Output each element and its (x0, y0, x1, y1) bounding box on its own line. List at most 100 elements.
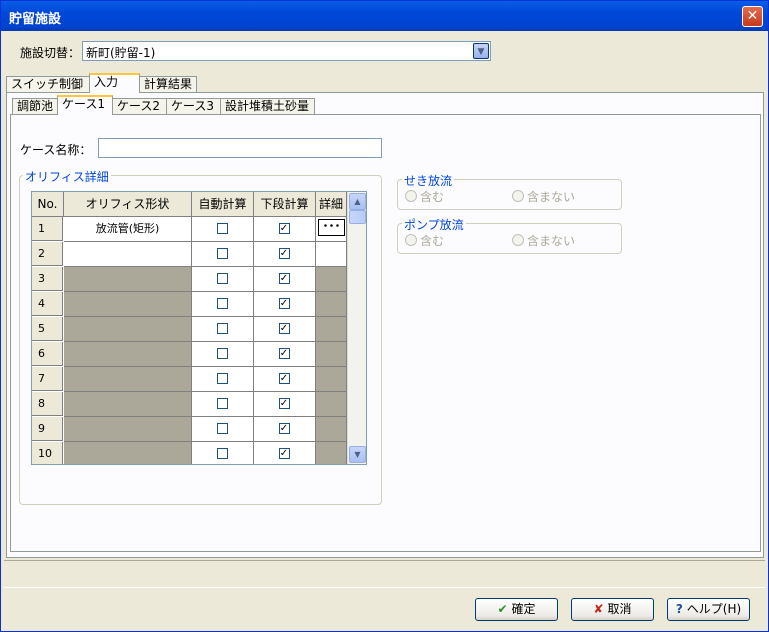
close-button[interactable]: ✕ (742, 6, 763, 27)
case-name-label: ケース名称： (20, 143, 92, 157)
auto-calc-cell[interactable] (192, 292, 254, 317)
auto-calc-cell[interactable] (192, 392, 254, 417)
shape-cell (64, 392, 192, 417)
table-row: 3 ✓ (32, 267, 347, 292)
help-button[interactable]: ? ヘルプ(H) (667, 598, 750, 621)
auto-calc-checkbox[interactable] (216, 373, 228, 384)
row-number: 9 (32, 417, 63, 441)
subtab-case2[interactable]: ケース2 (112, 98, 167, 115)
scroll-up-icon[interactable]: ▲ (349, 193, 366, 210)
auto-calc-checkbox[interactable] (216, 223, 228, 234)
auto-calc-cell[interactable] (192, 217, 254, 242)
pump-group-title: ポンプ放流 (402, 216, 466, 233)
shape-cell[interactable] (64, 242, 192, 267)
grid-scrollbar[interactable]: ▲ ▼ (347, 192, 366, 464)
weir-include-radio[interactable] (405, 190, 417, 202)
auto-calc-checkbox[interactable] (216, 298, 228, 309)
subtab-case1[interactable]: ケース1 (57, 95, 113, 115)
lower-calc-checkbox[interactable]: ✓ (278, 423, 290, 434)
pump-exclude-radio[interactable] (512, 234, 524, 246)
auto-calc-checkbox[interactable] (216, 348, 228, 359)
table-row: 9 ✓ (32, 417, 347, 442)
subtab-sediment[interactable]: 設計堆積土砂量 (220, 98, 315, 115)
detail-button[interactable]: ･･･ (318, 219, 345, 236)
scroll-down-icon[interactable]: ▼ (349, 446, 366, 463)
lower-calc-checkbox[interactable]: ✓ (278, 223, 290, 234)
subtab-pond[interactable]: 調節池 (12, 98, 58, 115)
auto-calc-checkbox[interactable] (216, 273, 228, 284)
auto-calc-cell[interactable] (192, 367, 254, 392)
lower-calc-cell[interactable]: ✓ (254, 442, 316, 464)
tab-switch-control[interactable]: スイッチ制御 (6, 76, 90, 93)
weir-exclude-radio[interactable] (512, 190, 524, 202)
lower-calc-cell[interactable]: ✓ (254, 417, 316, 442)
case-name-input[interactable] (98, 138, 382, 158)
ok-button[interactable]: ✔ 確定 (475, 598, 558, 621)
detail-cell (316, 442, 347, 464)
auto-calc-cell[interactable] (192, 242, 254, 267)
lower-calc-checkbox[interactable]: ✓ (278, 298, 290, 309)
lower-calc-cell[interactable]: ✓ (254, 292, 316, 317)
detail-cell (316, 342, 347, 367)
auto-calc-checkbox[interactable] (216, 248, 228, 259)
scroll-thumb[interactable] (349, 210, 366, 224)
question-icon: ? (675, 602, 683, 616)
lower-calc-checkbox[interactable]: ✓ (278, 448, 290, 459)
shape-cell (64, 317, 192, 342)
auto-calc-checkbox[interactable] (216, 423, 228, 434)
shape-cell (64, 367, 192, 392)
auto-calc-cell[interactable] (192, 317, 254, 342)
lower-calc-cell[interactable]: ✓ (254, 367, 316, 392)
shape-cell[interactable]: 放流管(矩形) (64, 217, 192, 242)
check-icon: ✔ (497, 602, 508, 616)
weir-include-label: 含む (420, 190, 445, 204)
lower-calc-checkbox[interactable]: ✓ (278, 348, 290, 359)
lower-calc-cell[interactable]: ✓ (254, 392, 316, 417)
status-strip (4, 560, 765, 588)
detail-cell[interactable] (316, 242, 347, 267)
shape-cell (64, 442, 192, 464)
lower-calc-cell[interactable]: ✓ (254, 217, 316, 242)
auto-calc-checkbox[interactable] (216, 448, 228, 459)
pump-include-radio[interactable] (405, 234, 417, 246)
row-number: 8 (32, 392, 63, 416)
lower-calc-checkbox[interactable]: ✓ (278, 273, 290, 284)
table-row: 2 ✓ (32, 242, 347, 267)
lower-calc-cell[interactable]: ✓ (254, 267, 316, 292)
lower-calc-cell[interactable]: ✓ (254, 317, 316, 342)
shape-cell (64, 342, 192, 367)
auto-calc-checkbox[interactable] (216, 398, 228, 409)
tab-input[interactable]: 入力 (89, 73, 140, 93)
facility-select[interactable]: 新町(貯留-1) ▼ (82, 41, 491, 61)
auto-calc-cell[interactable] (192, 342, 254, 367)
window-title: 貯留施設 (9, 12, 62, 27)
detail-cell (316, 267, 347, 292)
table-row: 7 ✓ (32, 367, 347, 392)
subtab-case3[interactable]: ケース3 (166, 98, 221, 115)
auto-calc-cell[interactable] (192, 417, 254, 442)
lower-calc-cell[interactable]: ✓ (254, 342, 316, 367)
auto-calc-cell[interactable] (192, 267, 254, 292)
row-number: 3 (32, 267, 63, 291)
lower-calc-checkbox[interactable]: ✓ (278, 248, 290, 259)
weir-group-title: せき放流 (402, 172, 455, 189)
pump-include-label: 含む (420, 234, 445, 248)
table-row: 10 ✓ (32, 442, 347, 464)
detail-cell[interactable]: ･･･ (316, 217, 347, 242)
chevron-down-icon[interactable]: ▼ (473, 43, 489, 59)
lower-calc-checkbox[interactable]: ✓ (278, 398, 290, 409)
auto-calc-checkbox[interactable] (216, 323, 228, 334)
title-bar[interactable]: 貯留施設 ✕ (1, 1, 768, 31)
shape-cell (64, 267, 192, 292)
lower-calc-cell[interactable]: ✓ (254, 242, 316, 267)
auto-calc-cell[interactable] (192, 442, 254, 464)
cancel-button[interactable]: ✘ 取消 (571, 598, 654, 621)
row-number: 10 (32, 442, 63, 464)
lower-calc-checkbox[interactable]: ✓ (278, 323, 290, 334)
tab-calc-result[interactable]: 計算結果 (139, 76, 197, 93)
lower-calc-checkbox[interactable]: ✓ (278, 373, 290, 384)
col-auto: 自動計算 (192, 192, 254, 217)
detail-cell (316, 317, 347, 342)
table-row: 5 ✓ (32, 317, 347, 342)
row-number: 5 (32, 317, 63, 341)
